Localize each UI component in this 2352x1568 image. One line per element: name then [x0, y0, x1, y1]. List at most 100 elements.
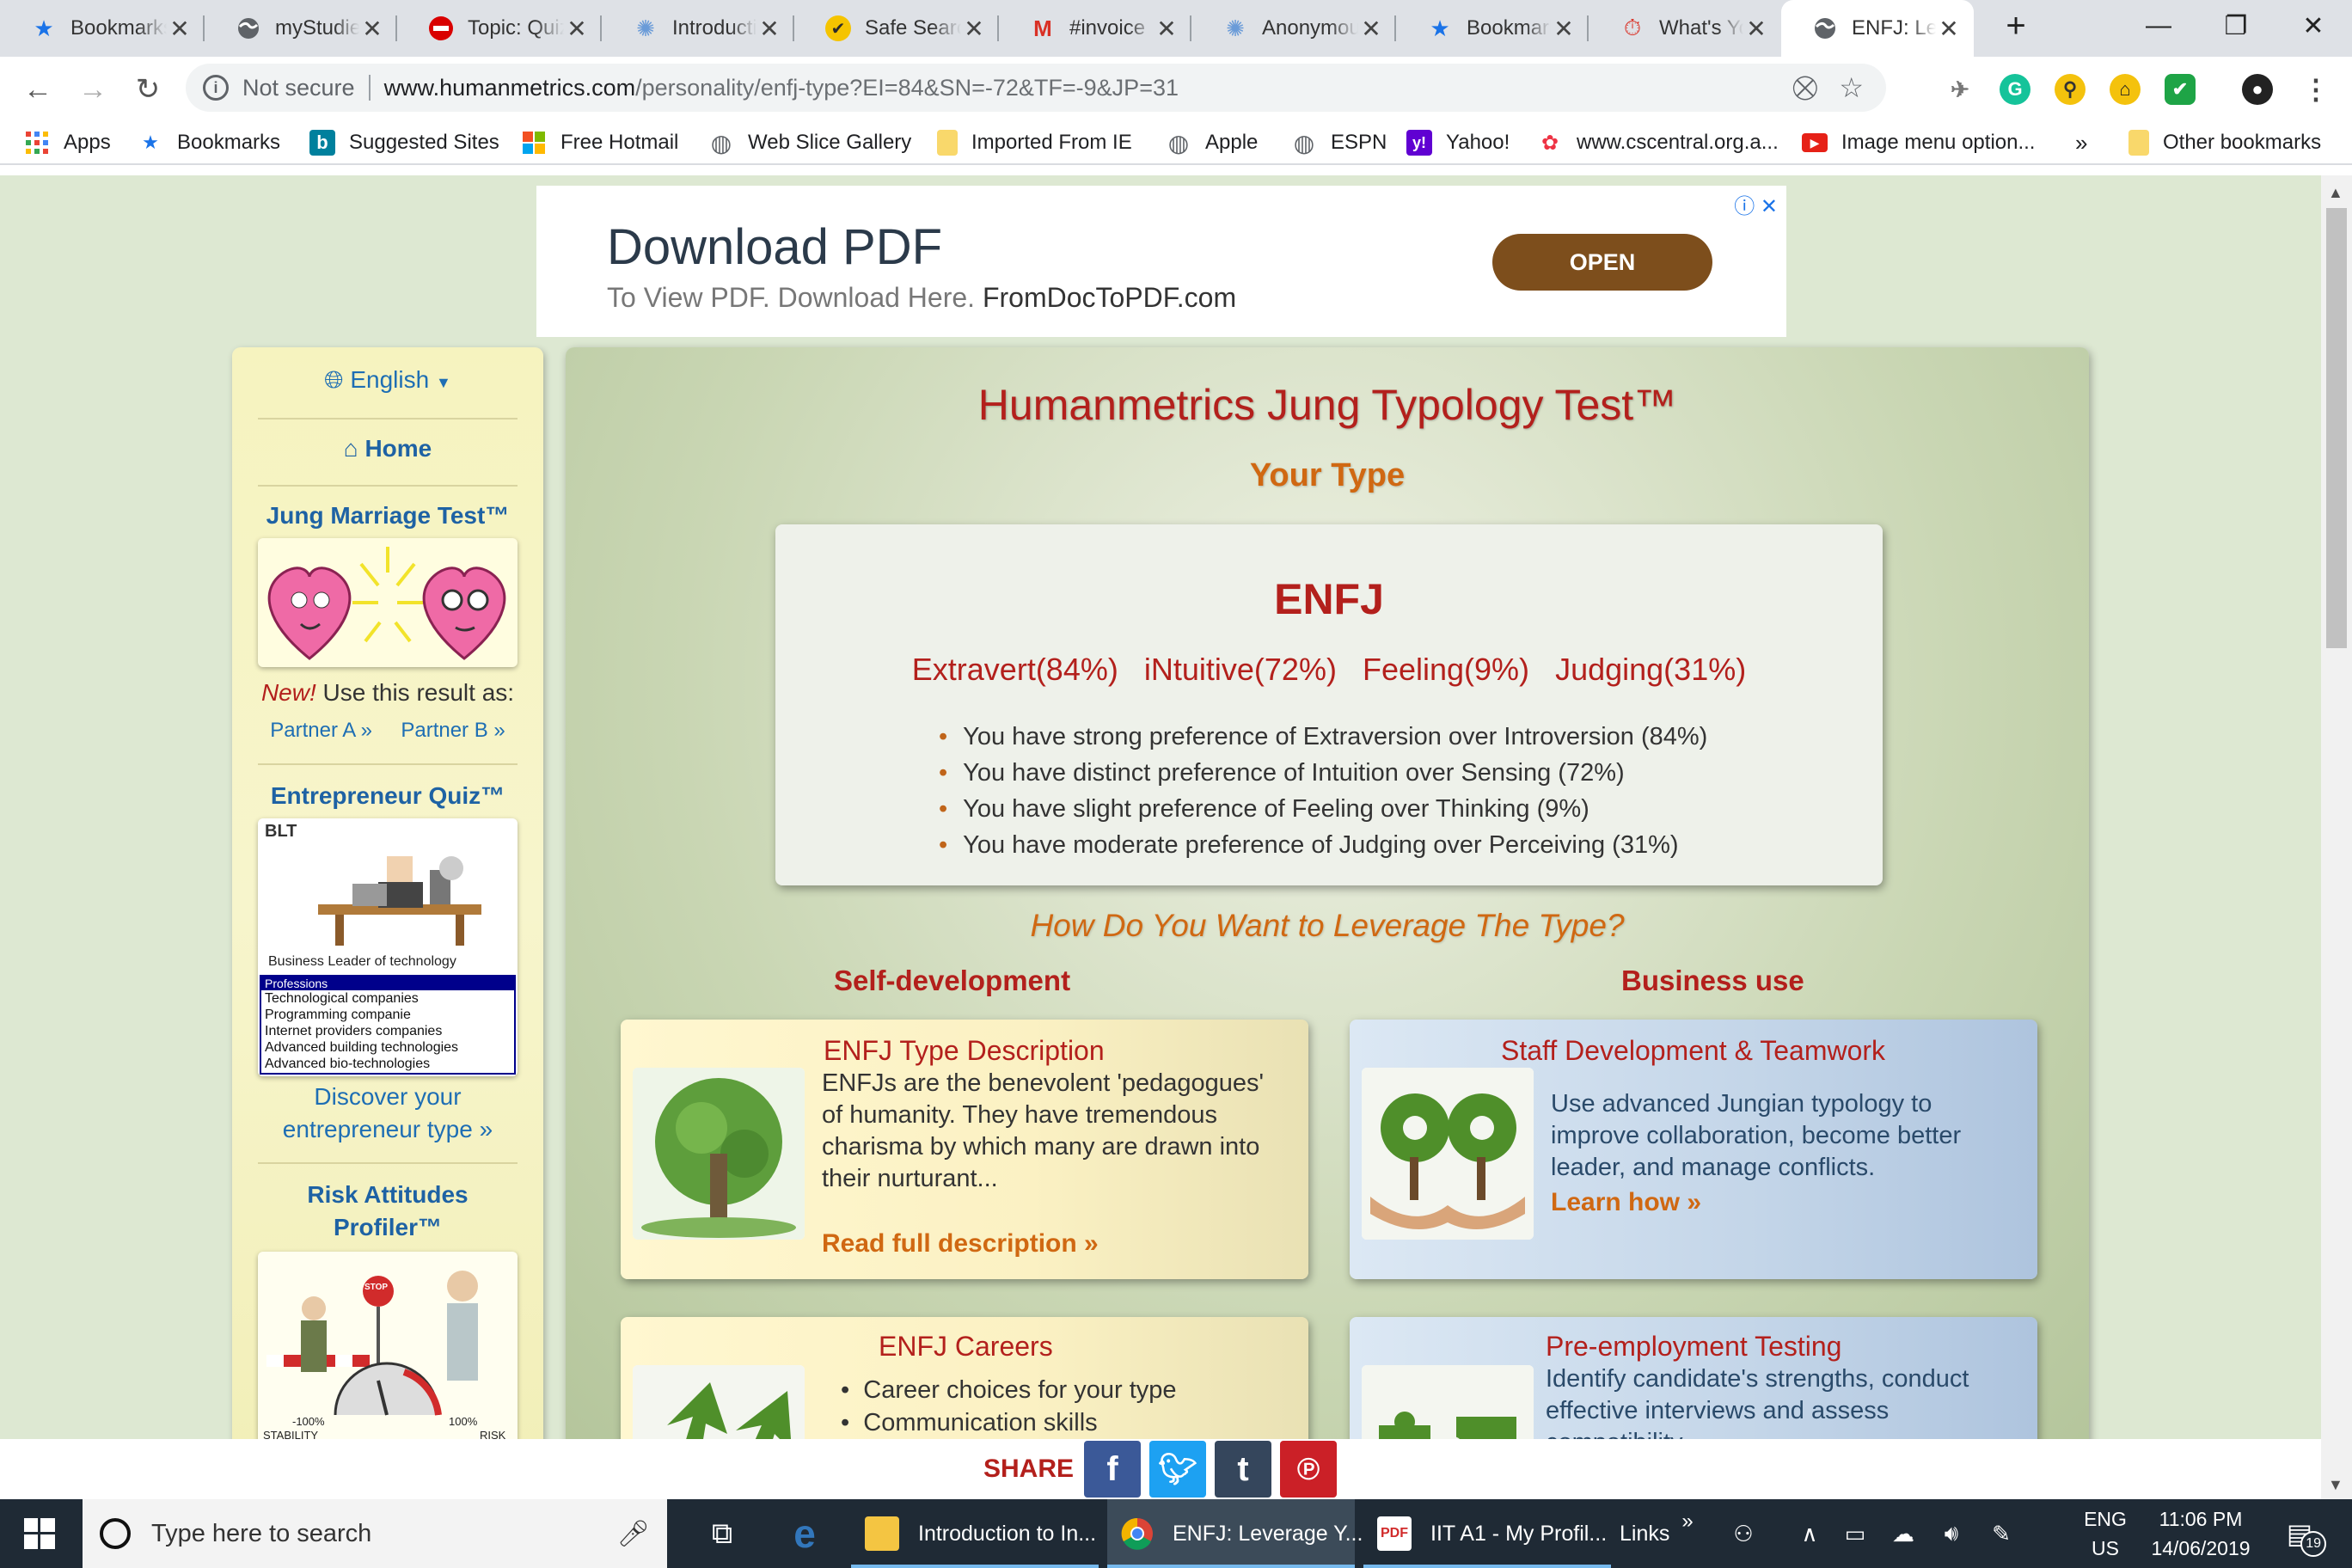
- volume-icon[interactable]: 🔊︎: [1927, 1499, 1975, 1568]
- bookmark-apple[interactable]: ◍ Apple: [1166, 127, 1259, 158]
- page-scrollbar[interactable]: ▲ ▼: [2321, 175, 2352, 1499]
- blocked-cookies-icon[interactable]: ⛒: [1792, 74, 1817, 102]
- close-tab-icon[interactable]: ✕: [564, 15, 590, 43]
- grammarly-icon[interactable]: G: [2000, 74, 2030, 105]
- home-extension-icon[interactable]: ⌂: [2110, 74, 2141, 105]
- tab-bookmarks-2[interactable]: ★ Bookmarks ✕: [1396, 0, 1589, 57]
- marriage-test-title[interactable]: Jung Marriage Test™: [232, 502, 543, 530]
- bookmark-star-icon[interactable]: ☆: [1839, 71, 1864, 104]
- tab-anonymous[interactable]: ✺ Anonymous ✕: [1191, 0, 1396, 57]
- taskbar-app-pdf[interactable]: PDF IIT A1 - My Profil...: [1363, 1499, 1611, 1568]
- taskbar-app-explorer[interactable]: Introduction to In...: [851, 1499, 1099, 1568]
- bookmarks-overflow-chevron[interactable]: »: [2075, 127, 2087, 158]
- taskbar-search-input[interactable]: Type here to search 🎤︎: [83, 1499, 667, 1568]
- tumblr-share-button[interactable]: t: [1215, 1441, 1272, 1498]
- bookmark-free-hotmail[interactable]: Free Hotmail: [521, 127, 678, 158]
- learn-how-link[interactable]: Learn how »: [1551, 1188, 1701, 1217]
- forward-arrow-icon[interactable]: →: [74, 70, 112, 108]
- tab-topic-quiz[interactable]: Topic: Quiz ✕: [397, 0, 602, 57]
- preemployment-card[interactable]: Pre-employment Testing Identify candidat…: [1350, 1317, 2037, 1439]
- entrepreneur-quiz-image[interactable]: BLT Business Leader of technology Profes…: [258, 818, 518, 1076]
- pen-workspace-icon[interactable]: ✎: [1977, 1499, 2025, 1568]
- menu-dots-icon[interactable]: ⋮: [2300, 74, 2331, 105]
- card-title[interactable]: Staff Development & Teamwork: [1501, 1035, 1885, 1067]
- read-full-description-link[interactable]: Read full description »: [822, 1229, 1099, 1259]
- clock[interactable]: 11:06 PM 14/06/2019: [2141, 1499, 2261, 1568]
- adchoices-icon[interactable]: ⓘ ✕: [1734, 189, 1778, 219]
- risk-profiler-title-2[interactable]: Profiler™: [232, 1214, 543, 1241]
- tab-safe-search[interactable]: ✔ Safe Search ✕: [794, 0, 999, 57]
- tab-enfj-active[interactable]: ENFJ: Leverage ✕: [1781, 0, 1974, 57]
- partner-b-link[interactable]: Partner B »: [401, 719, 505, 742]
- bookmark-espn[interactable]: ◍ ESPN: [1291, 127, 1387, 158]
- tab-mystudies[interactable]: myStudies ✕: [205, 0, 397, 57]
- discover-link-2[interactable]: entrepreneur type »: [232, 1116, 543, 1143]
- bookmark-image-menu[interactable]: ▶ Image menu option...: [1802, 127, 2035, 158]
- careers-item[interactable]: • Career choices for your type: [841, 1374, 1177, 1406]
- edge-icon[interactable]: e: [770, 1499, 839, 1568]
- search-extension-icon[interactable]: ⚲: [2055, 74, 2086, 105]
- people-icon[interactable]: ⚇: [1719, 1499, 1767, 1568]
- close-tab-icon[interactable]: ✕: [1154, 15, 1179, 43]
- type-description-card[interactable]: ENFJ Type Description ENFJs are the bene…: [621, 1020, 1308, 1279]
- pinterest-share-button[interactable]: ℗: [1280, 1441, 1338, 1498]
- close-tab-icon[interactable]: ✕: [1743, 15, 1769, 43]
- bookmark-other-bookmarks[interactable]: Other bookmarks: [2128, 127, 2321, 158]
- advertisement[interactable]: Download PDF To View PDF. Download Here.…: [536, 186, 1786, 337]
- minimize-button[interactable]: —: [2120, 0, 2197, 52]
- close-tab-icon[interactable]: ✕: [1936, 15, 1962, 43]
- risk-profiler-image[interactable]: STOP -100% 100% STABILITY RISK: [258, 1252, 518, 1439]
- reload-icon[interactable]: ↻: [129, 70, 167, 108]
- partner-a-link[interactable]: Partner A »: [270, 719, 372, 742]
- tab-introduction[interactable]: ✺ Introduction ✕: [602, 0, 794, 57]
- taskbar-app-chrome[interactable]: ENFJ: Leverage Y...: [1107, 1499, 1363, 1568]
- close-tab-icon[interactable]: ✕: [1358, 15, 1384, 43]
- tab-invoice[interactable]: M #invoice ✕: [999, 0, 1191, 57]
- twitter-share-button[interactable]: 🐦︎: [1149, 1441, 1207, 1498]
- scrollbar-thumb[interactable]: [2326, 208, 2347, 648]
- profile-avatar[interactable]: ●: [2242, 74, 2273, 105]
- battery-icon[interactable]: ▭: [1831, 1499, 1879, 1568]
- close-tab-icon[interactable]: ✕: [756, 15, 782, 43]
- checkmark-extension-icon[interactable]: ✔: [2165, 74, 2196, 105]
- card-title[interactable]: ENFJ Careers: [879, 1331, 1053, 1363]
- discover-link-1[interactable]: Discover your: [232, 1083, 543, 1111]
- tab-whats-your[interactable]: ⏱ What's Your ✕: [1589, 0, 1781, 57]
- facebook-share-button[interactable]: f: [1084, 1441, 1142, 1498]
- careers-item[interactable]: • Communication skills: [841, 1406, 1177, 1439]
- extension-bird-icon[interactable]: ✈: [1945, 74, 1975, 105]
- scroll-up-arrow-icon[interactable]: ▲: [2328, 184, 2343, 202]
- bookmark-cscentral[interactable]: ✿ www.cscentral.org.a...: [1537, 127, 1779, 158]
- show-hidden-icons-chevron[interactable]: ∧: [1788, 1499, 1831, 1568]
- restore-button[interactable]: ❐: [2197, 0, 2275, 52]
- bookmark-bookmarks[interactable]: ★ Bookmarks: [138, 127, 280, 158]
- bookmark-suggested-sites[interactable]: b Suggested Sites: [309, 127, 499, 158]
- ad-open-button[interactable]: OPEN: [1492, 234, 1712, 291]
- windows-start-icon[interactable]: [24, 1518, 55, 1549]
- bookmark-apps[interactable]: Apps: [24, 127, 111, 158]
- careers-card[interactable]: ENFJ Careers • Career choices for your t…: [621, 1317, 1308, 1439]
- back-arrow-icon[interactable]: ←: [19, 70, 57, 108]
- task-view-icon[interactable]: ⧉: [688, 1499, 756, 1568]
- language-selector[interactable]: 🌐︎ English ▼: [232, 366, 543, 395]
- taskbar-links-toolbar[interactable]: Links »: [1620, 1499, 1694, 1568]
- microphone-icon[interactable]: 🎤︎: [617, 1519, 650, 1549]
- staff-development-card[interactable]: Staff Development & Teamwork Use advance…: [1350, 1020, 2037, 1279]
- onedrive-cloud-icon[interactable]: ☁: [1879, 1499, 1927, 1568]
- bookmark-imported-from-ie[interactable]: Imported From IE: [937, 127, 1132, 158]
- bookmark-web-slice-gallery[interactable]: ◍ Web Slice Gallery: [708, 127, 912, 158]
- close-tab-icon[interactable]: ✕: [359, 15, 385, 43]
- tab-bookmarks[interactable]: ★ Bookmarks ✕: [0, 0, 205, 57]
- close-window-button[interactable]: ✕: [2275, 0, 2352, 52]
- bookmark-yahoo[interactable]: y! Yahoo!: [1406, 127, 1510, 158]
- new-tab-button[interactable]: +: [1977, 0, 2055, 52]
- close-tab-icon[interactable]: ✕: [1551, 15, 1577, 43]
- input-language[interactable]: ENG US: [2067, 1499, 2144, 1568]
- close-tab-icon[interactable]: ✕: [961, 15, 987, 43]
- card-title[interactable]: Pre-employment Testing: [1546, 1331, 1841, 1363]
- address-bar[interactable]: i Not secure www.humanmetrics.com/person…: [186, 64, 1886, 112]
- scroll-down-arrow-icon[interactable]: ▼: [2328, 1476, 2343, 1494]
- action-center-icon[interactable]: ▤ 19: [2269, 1499, 2330, 1568]
- entrepreneur-quiz-title[interactable]: Entrepreneur Quiz™: [232, 782, 543, 810]
- info-icon[interactable]: i: [203, 75, 229, 101]
